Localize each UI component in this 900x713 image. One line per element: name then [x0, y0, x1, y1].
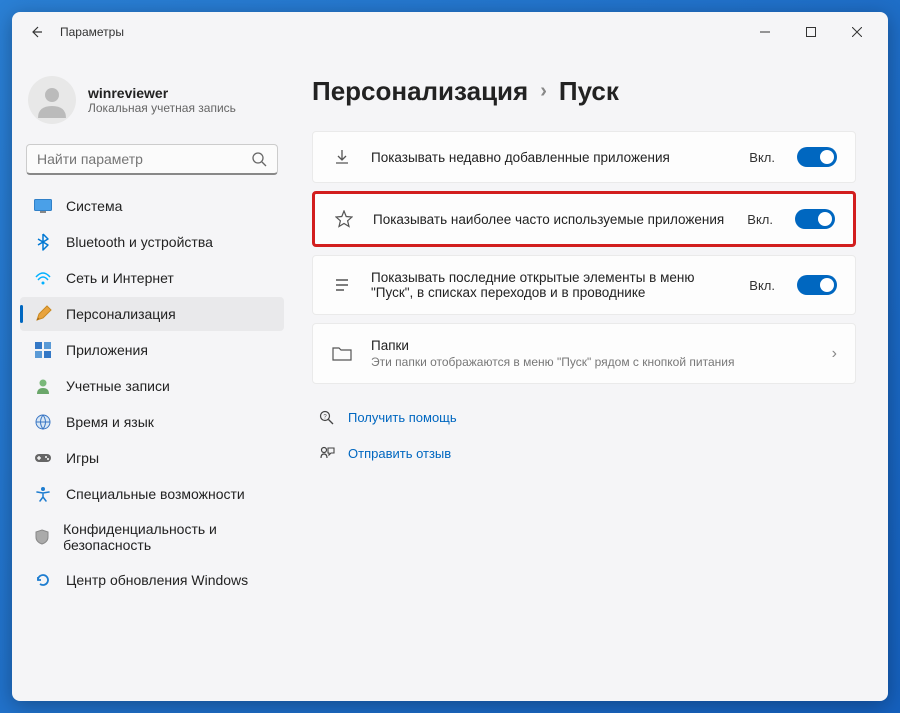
window-controls [742, 16, 880, 48]
setting-card-1: Показывать наиболее часто используемые п… [312, 191, 856, 247]
sidebar-item-8[interactable]: Специальные возможности [20, 477, 284, 511]
accounts-icon [34, 377, 52, 395]
sidebar-item-label: Время и язык [66, 414, 154, 430]
setting-text: Показывать последние открытые элементы в… [371, 270, 731, 300]
toggle-state: Вкл. [749, 150, 775, 165]
sidebar-item-label: Система [66, 198, 122, 214]
personalization-icon [34, 305, 52, 323]
folder-icon [331, 343, 353, 365]
setting-card-0: Показывать недавно добавленные приложени… [312, 131, 856, 183]
accessibility-icon [34, 485, 52, 503]
close-button[interactable] [834, 16, 880, 48]
nav-list: Система Bluetooth и устройства Сеть и Инте… [20, 189, 284, 597]
toggle-state: Вкл. [747, 212, 773, 227]
app-title: Параметры [60, 25, 124, 39]
feedback-link[interactable]: Отправить отзыв [312, 440, 856, 466]
apps-icon [34, 341, 52, 359]
bluetooth-icon [34, 233, 52, 251]
privacy-icon [34, 528, 49, 546]
sidebar-item-label: Приложения [66, 342, 148, 358]
username: winreviewer [88, 85, 236, 101]
help-icon: ? [318, 408, 336, 426]
sidebar-item-label: Bluetooth и устройства [66, 234, 213, 250]
user-info: winreviewer Локальная учетная запись [88, 85, 236, 115]
back-button[interactable] [20, 16, 52, 48]
sidebar-item-10[interactable]: Центр обновления Windows [20, 563, 284, 597]
settings-list: Показывать недавно добавленные приложени… [312, 131, 856, 384]
help-links: ? Получить помощь Отправить отзыв [312, 404, 856, 466]
time-language-icon [34, 413, 52, 431]
setting-card-3[interactable]: Папки Эти папки отображаются в меню "Пуск… [312, 323, 856, 384]
sidebar: winreviewer Локальная учетная запись Сис… [12, 52, 292, 701]
setting-text: Папки Эти папки отображаются в меню "Пуск… [371, 338, 814, 369]
star-icon [333, 208, 355, 230]
minimize-icon [760, 27, 770, 37]
setting-card-2: Показывать последние открытые элементы в… [312, 255, 856, 315]
user-icon [32, 80, 72, 120]
content: Персонализация › Пуск Показывать недавно… [292, 52, 888, 701]
user-block[interactable]: winreviewer Локальная учетная запись [20, 64, 284, 140]
account-type: Локальная учетная запись [88, 101, 236, 115]
toggle-state: Вкл. [749, 278, 775, 293]
sidebar-item-1[interactable]: Bluetooth и устройства [20, 225, 284, 259]
sidebar-item-label: Игры [66, 450, 99, 466]
breadcrumb-current: Пуск [559, 76, 619, 107]
feedback-icon [318, 444, 336, 462]
network-icon [34, 269, 52, 287]
setting-title: Показывать последние открытые элементы в… [371, 270, 731, 300]
settings-window: Параметры winreviewer Локальная учетная … [12, 12, 888, 701]
system-icon [34, 197, 52, 215]
breadcrumb-parent[interactable]: Персонализация [312, 76, 528, 107]
maximize-button[interactable] [788, 16, 834, 48]
sidebar-item-label: Персонализация [66, 306, 176, 322]
sidebar-item-label: Учетные записи [66, 378, 170, 394]
get-help-label: Получить помощь [348, 410, 457, 425]
sidebar-item-label: Центр обновления Windows [66, 572, 248, 588]
setting-text: Показывать недавно добавленные приложени… [371, 150, 731, 165]
breadcrumb: Персонализация › Пуск [312, 76, 856, 107]
minimize-button[interactable] [742, 16, 788, 48]
chevron-right-icon: › [832, 345, 837, 363]
setting-text: Показывать наиболее часто используемые п… [373, 212, 729, 227]
sidebar-item-7[interactable]: Игры [20, 441, 284, 475]
toggle-switch[interactable] [797, 275, 837, 295]
sidebar-item-2[interactable]: Сеть и Интернет [20, 261, 284, 295]
sidebar-item-5[interactable]: Учетные записи [20, 369, 284, 403]
toggle-switch[interactable] [797, 147, 837, 167]
feedback-label: Отправить отзыв [348, 446, 451, 461]
sidebar-item-6[interactable]: Время и язык [20, 405, 284, 439]
gaming-icon [34, 449, 52, 467]
sidebar-item-label: Конфиденциальность и безопасность [63, 521, 270, 553]
body-area: winreviewer Локальная учетная запись Сис… [12, 52, 888, 701]
sidebar-item-label: Специальные возможности [66, 486, 245, 502]
search-icon [251, 151, 267, 167]
toggle-switch[interactable] [795, 209, 835, 229]
chevron-right-icon: › [540, 80, 547, 103]
close-icon [852, 27, 862, 37]
arrow-left-icon [28, 24, 44, 40]
sidebar-item-3[interactable]: Персонализация [20, 297, 284, 331]
sidebar-item-0[interactable]: Система [20, 189, 284, 223]
setting-title: Показывать недавно добавленные приложени… [371, 150, 731, 165]
windows-update-icon [34, 571, 52, 589]
avatar [28, 76, 76, 124]
search-input[interactable] [37, 151, 251, 167]
setting-subtitle: Эти папки отображаются в меню "Пуск" ряд… [371, 355, 814, 369]
sidebar-item-9[interactable]: Конфиденциальность и безопасность [20, 513, 284, 561]
sidebar-item-4[interactable]: Приложения [20, 333, 284, 367]
list-icon [331, 274, 353, 296]
download-icon [331, 146, 353, 168]
setting-title: Папки [371, 338, 814, 353]
get-help-link[interactable]: ? Получить помощь [312, 404, 856, 430]
maximize-icon [806, 27, 816, 37]
titlebar: Параметры [12, 12, 888, 52]
search-box[interactable] [26, 144, 278, 175]
sidebar-item-label: Сеть и Интернет [66, 270, 174, 286]
setting-title: Показывать наиболее часто используемые п… [373, 212, 729, 227]
